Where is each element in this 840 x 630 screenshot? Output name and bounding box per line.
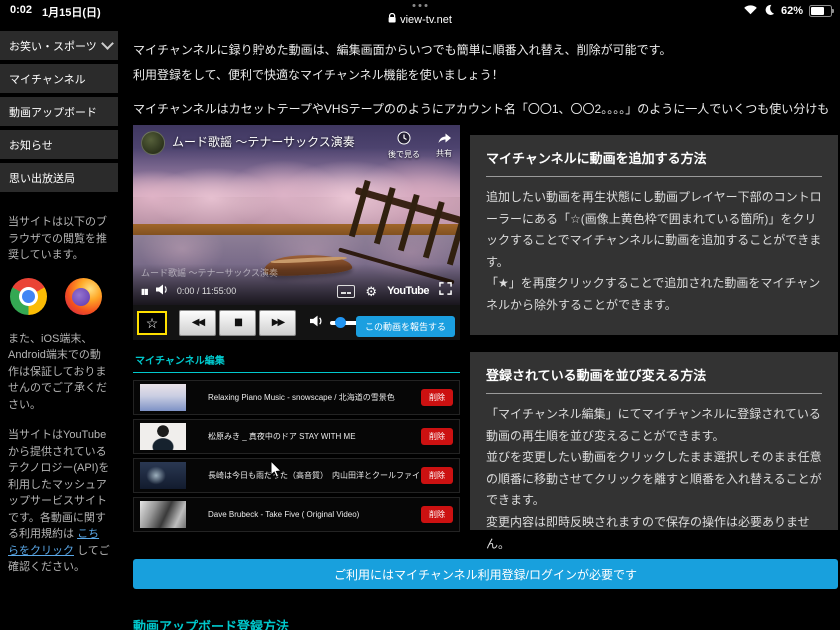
- add-to-mychannel-star-button[interactable]: ☆: [137, 311, 167, 335]
- thumbnail-bw-band: [140, 501, 186, 528]
- clock-time: 0:02: [10, 4, 32, 20]
- browser-icons: [10, 278, 110, 315]
- pause-button[interactable]: ▮▮: [219, 310, 256, 336]
- sidebar-item-label: お知らせ: [9, 137, 53, 153]
- sidebar-item-my-channel[interactable]: マイチャンネル: [0, 64, 118, 93]
- sidebar: お笑い・スポーツ マイチャンネル 動画アップボード お知らせ 思い出放送局 当サ…: [0, 31, 118, 590]
- sidebar-item-comedy-sports[interactable]: お笑い・スポーツ: [0, 31, 118, 60]
- howto-panel-reorder-video: 登録されている動画を並び変える方法 「マイチャンネル編集」にてマイチャンネルに登…: [470, 352, 838, 530]
- playlist-item-title: Relaxing Piano Music - snowscape / 北海道の雪…: [208, 392, 421, 403]
- battery-icon: [809, 5, 832, 17]
- next-section-heading: 動画アップボード登録方法: [133, 616, 289, 630]
- clock-icon: [397, 131, 411, 147]
- video-player: ムード歌謡 〜テナーサックス演奏 後で見る 共有: [133, 125, 460, 340]
- playlist-item-title: 長崎は今日も雨だった（高音質） 内山田洋とクールファイブ: [208, 470, 421, 481]
- delete-button[interactable]: 削除: [421, 389, 453, 406]
- volume-icon[interactable]: [156, 282, 169, 300]
- howto-panel-add-video: マイチャンネルに動画を追加する方法 追加したい動画を再生状態にし動画プレイヤー下…: [470, 135, 838, 335]
- watch-later-label: 後で見る: [388, 149, 420, 160]
- howto-panel-body: 追加したい動画を再生状態にし動画プレイヤー下部のコントローラーにある「☆(画像上…: [486, 187, 822, 317]
- howto-panel-title: マイチャンネルに動画を追加する方法: [486, 148, 822, 167]
- sidebar-item-label: 動画アップボード: [9, 104, 97, 120]
- video-controls-right: ⚙ YouTube: [337, 282, 452, 300]
- moon-icon: [764, 4, 775, 18]
- screen: 0:02 1月15日(日) view-tv.net 62% お笑い・スポーツ: [0, 0, 840, 630]
- youtube-logo[interactable]: YouTube: [387, 285, 429, 297]
- multitask-dots-icon: [413, 4, 428, 7]
- video-surface[interactable]: ムード歌謡 〜テナーサックス演奏 後で見る 共有: [133, 125, 460, 305]
- share-button[interactable]: 共有: [436, 131, 452, 160]
- intro-line-1: マイチャンネルに録り貯めた動画は、編集画面からいつでも簡単に順番入れ替え、削除が…: [133, 38, 835, 63]
- address-bar[interactable]: view-tv.net: [388, 13, 452, 26]
- share-arrow-icon: [437, 131, 452, 146]
- settings-gear-icon[interactable]: ⚙: [365, 285, 377, 298]
- device-note: また、iOS端末、Android端末での動作は保証しておりませんのでご了承くださ…: [8, 331, 110, 414]
- rewind-button[interactable]: ◀◀: [179, 310, 216, 336]
- status-bar: 0:02 1月15日(日) view-tv.net 62%: [0, 0, 840, 28]
- forward-button[interactable]: ▶▶: [259, 310, 296, 336]
- howto-panel-body: 「マイチャンネル編集」にてマイチャンネルに登録されている動画の再生順を並び変える…: [486, 404, 822, 555]
- playlist-row[interactable]: Relaxing Piano Music - snowscape / 北海道の雪…: [133, 380, 460, 415]
- url-text: view-tv.net: [400, 14, 452, 26]
- watch-later-button[interactable]: 後で見る: [388, 131, 420, 160]
- playlist-item-title: 松原みき _ 真夜中のドア STAY WITH ME: [208, 431, 421, 442]
- howto-panel-title: 登録されている動画を並び変える方法: [486, 365, 822, 384]
- panel-divider: [486, 176, 822, 177]
- time-display: 0:00 / 11:55:00: [177, 286, 236, 296]
- intro-line-2: 利用登録をして、便利で快適なマイチャンネル機能を使いましょう！: [133, 63, 835, 88]
- chrome-icon: [10, 278, 47, 315]
- lock-icon: [388, 13, 396, 26]
- speaker-icon: [310, 314, 324, 332]
- playlist-row[interactable]: 松原みき _ 真夜中のドア STAY WITH ME 削除: [133, 419, 460, 454]
- sidebar-item-label: お笑い・スポーツ: [9, 38, 97, 54]
- share-label: 共有: [436, 148, 452, 159]
- video-bottom-overlay: ムード歌謡 〜テナーサックス演奏 ▮▮ 0:00 / 11:55:00 ⚙ Yo…: [133, 264, 460, 305]
- sidebar-notes: 当サイトは以下のブラウザでの閲覧を推奨しています。 また、iOS端末、Andro…: [0, 196, 118, 576]
- sidebar-item-label: 思い出放送局: [9, 170, 75, 186]
- sidebar-item-memory-station[interactable]: 思い出放送局: [0, 163, 118, 192]
- sidebar-item-label: マイチャンネル: [9, 71, 86, 87]
- browser-note: 当サイトは以下のブラウザでの閲覧を推奨しています。: [8, 214, 110, 264]
- channel-avatar[interactable]: [141, 131, 165, 155]
- login-register-button[interactable]: ご利用にはマイチャンネル利用登録/ログインが必要です: [133, 559, 838, 589]
- report-video-button[interactable]: この動画を報告する: [356, 316, 455, 337]
- status-date: 1月15日(日): [42, 4, 101, 20]
- player-controller-bar: ☆ ◀◀ ▮▮ ▶▶ この動画を報告する: [133, 305, 460, 340]
- status-right: 62%: [743, 4, 832, 18]
- status-left: 0:02 1月15日(日): [10, 4, 101, 20]
- subtitles-icon[interactable]: [337, 285, 355, 298]
- delete-button[interactable]: 削除: [421, 428, 453, 445]
- battery-percent: 62%: [781, 5, 803, 17]
- fullscreen-icon[interactable]: [439, 282, 452, 300]
- delete-button[interactable]: 削除: [421, 506, 453, 523]
- chevron-down-icon: [101, 37, 114, 50]
- playlist-row[interactable]: Dave Brubeck - Take Five ( Original Vide…: [133, 497, 460, 532]
- mychannel-edit-section: マイチャンネル編集 Relaxing Piano Music - snowsca…: [133, 352, 460, 536]
- mychannel-edit-title: マイチャンネル編集: [135, 352, 460, 367]
- thumbnail-snowscape: [140, 384, 186, 411]
- video-title: ムード歌謡 〜テナーサックス演奏: [172, 133, 355, 150]
- api-note: 当サイトはYouTubeから提供されているテクノロジー(API)を利用したマッシ…: [8, 427, 110, 576]
- transport-buttons: ◀◀ ▮▮ ▶▶: [179, 310, 296, 336]
- sidebar-item-video-upboard[interactable]: 動画アップボード: [0, 97, 118, 126]
- volume-slider-knob[interactable]: [335, 317, 346, 328]
- edit-title-divider: [133, 372, 460, 373]
- pause-icon[interactable]: ▮▮: [141, 287, 148, 296]
- video-title-faint: ムード歌謡 〜テナーサックス演奏: [141, 266, 452, 279]
- thumbnail-stage: [140, 462, 186, 489]
- playlist-item-title: Dave Brubeck - Take Five ( Original Vide…: [208, 510, 421, 519]
- panel-divider: [486, 393, 822, 394]
- video-top-overlay: ムード歌謡 〜テナーサックス演奏 後で見る 共有: [141, 131, 452, 160]
- video-top-actions: 後で見る 共有: [388, 131, 452, 160]
- firefox-icon: [65, 278, 102, 315]
- video-controls: ▮▮ 0:00 / 11:55:00 ⚙ YouTube: [141, 282, 452, 300]
- playlist-row[interactable]: 長崎は今日も雨だった（高音質） 内山田洋とクールファイブ 削除: [133, 458, 460, 493]
- thumbnail-portrait: [140, 423, 186, 450]
- api-note-text: 当サイトはYouTubeから提供されているテクノロジー(API)を利用したマッシ…: [8, 429, 109, 540]
- wifi-icon: [743, 4, 758, 18]
- delete-button[interactable]: 削除: [421, 467, 453, 484]
- sidebar-item-news[interactable]: お知らせ: [0, 130, 118, 159]
